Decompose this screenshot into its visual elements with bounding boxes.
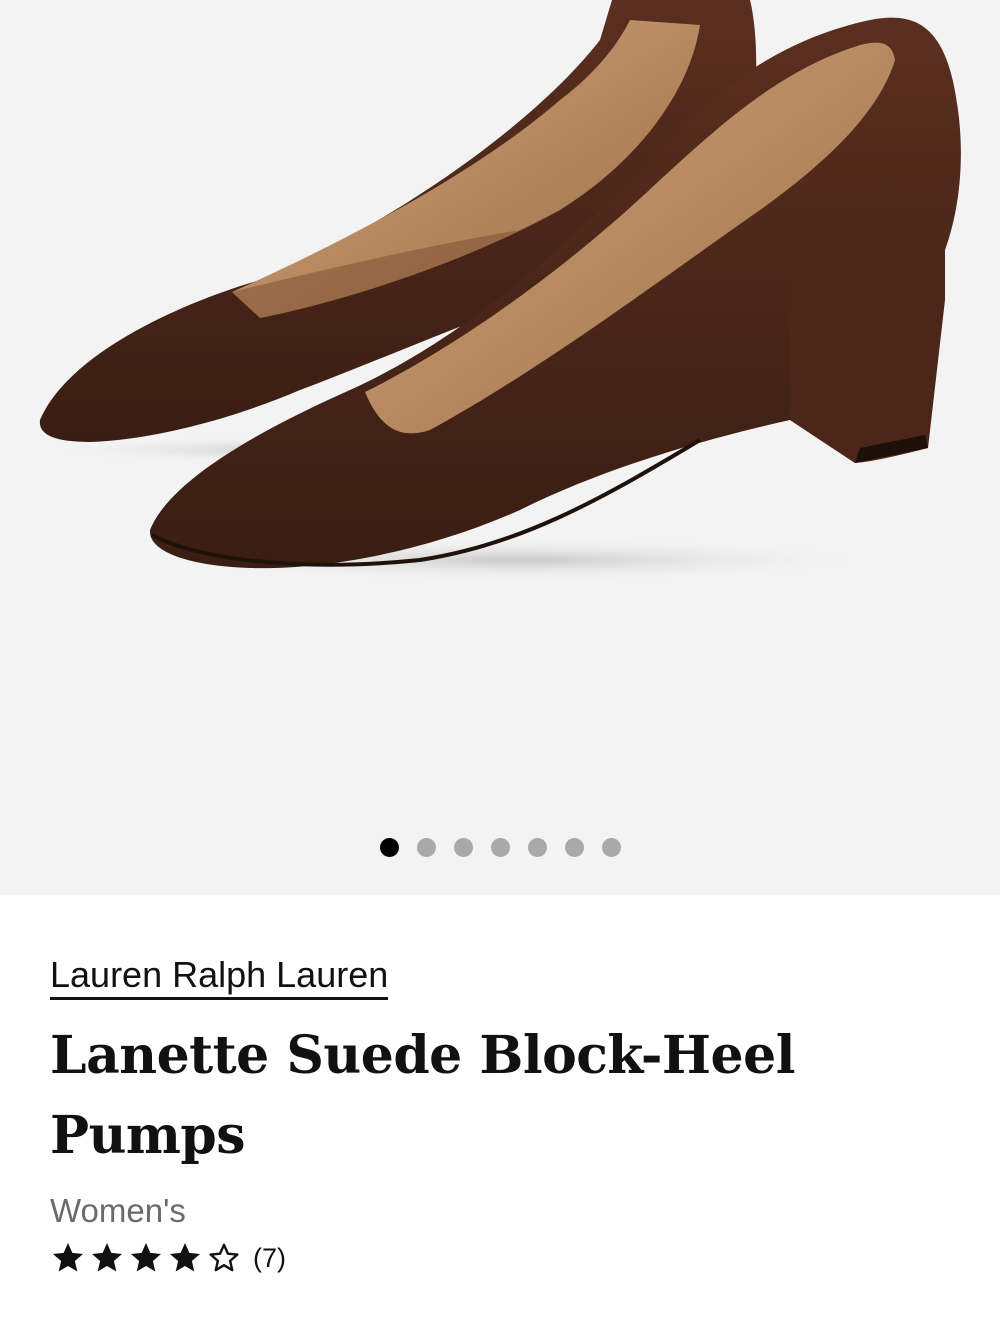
gallery-dot-4[interactable] bbox=[490, 838, 510, 857]
star-filled-icon bbox=[128, 1240, 164, 1276]
gallery-dot-2[interactable] bbox=[416, 838, 436, 857]
star-filled-icon bbox=[167, 1240, 203, 1276]
product-info: Lauren Ralph Lauren Lanette Suede Block-… bbox=[50, 955, 950, 1276]
product-page: Lauren Ralph Lauren Lanette Suede Block-… bbox=[0, 0, 1000, 1333]
gallery-dot-6[interactable] bbox=[564, 838, 584, 857]
gallery-dot-7[interactable] bbox=[601, 838, 621, 857]
product-image-gallery[interactable] bbox=[0, 0, 1000, 895]
product-title-line-1: Lanette Suede Block-Heel bbox=[50, 1025, 795, 1086]
product-image[interactable] bbox=[0, 0, 1000, 895]
gallery-dot-5[interactable] bbox=[527, 838, 547, 857]
rating-summary[interactable]: (7) bbox=[50, 1240, 950, 1276]
star-filled-icon bbox=[89, 1240, 125, 1276]
product-title: Lanette Suede Block-Heel Pumps bbox=[50, 1016, 950, 1176]
review-count[interactable]: (7) bbox=[253, 1243, 286, 1274]
brand-link[interactable]: Lauren Ralph Lauren bbox=[50, 955, 389, 1000]
gallery-dot-3[interactable] bbox=[453, 838, 473, 857]
gender-label: Women's bbox=[50, 1192, 186, 1229]
gallery-pagination bbox=[0, 838, 1000, 857]
product-title-line-2: Pumps bbox=[50, 1105, 246, 1166]
star-empty-icon bbox=[206, 1240, 242, 1276]
gallery-dot-1[interactable] bbox=[379, 838, 399, 857]
star-filled-icon bbox=[50, 1240, 86, 1276]
